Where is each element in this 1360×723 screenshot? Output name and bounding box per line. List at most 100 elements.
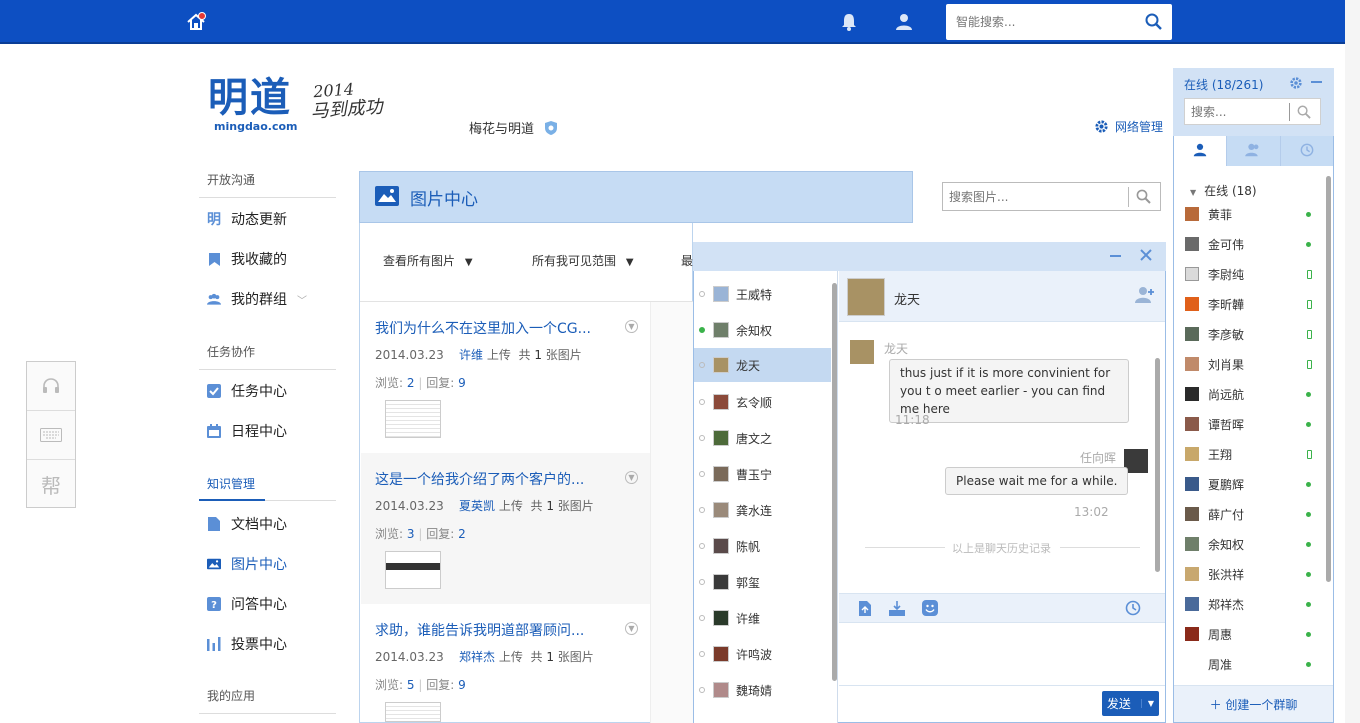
caret-down-icon[interactable]: ▼ [1140,699,1154,708]
roster-person[interactable]: 郑祥杰 [1185,589,1317,619]
home-icon[interactable] [184,10,208,34]
post-thumbnail[interactable] [385,551,441,589]
chevron-down-icon[interactable]: ▼ [625,471,638,484]
chat-contact[interactable]: 曹玉宁 [694,456,831,492]
help-button[interactable]: 帮 [27,460,75,509]
global-search-input[interactable] [946,4,1136,40]
picture-post[interactable]: 求助，谁能告诉我明道部署顾问... ▼ 2014.03.23 郑祥杰 上传 共 … [361,604,650,723]
network-manage-link[interactable]: 网络管理 [1094,118,1163,137]
create-group-chat-button[interactable]: ＋ 创建一个群聊 [1174,685,1333,722]
avatar [1185,597,1199,611]
nav-item-tasks[interactable]: 任务中心 [207,381,287,401]
search-icon[interactable] [1297,105,1311,119]
chat-contact[interactable]: 陈帆 [694,528,831,564]
post-thumbnail[interactable] [385,400,441,438]
roster-person[interactable]: 刘肖果 [1185,349,1317,379]
roster-person[interactable]: 王翔 [1185,439,1317,469]
post-author-link[interactable]: 许维 [459,348,483,362]
picture-post[interactable]: 这是一个给我介绍了两个客户的... ▼ 2014.03.23 夏英凯 上传 共 … [361,453,650,604]
roster-person[interactable]: 周准 [1185,649,1317,679]
roster-person[interactable]: 张洪祥 [1185,559,1317,589]
file-upload-icon[interactable] [859,601,871,619]
roster-person[interactable]: 金可伟 [1185,229,1317,259]
nav-item-groups[interactable]: 我的群组 ﹀ [207,289,307,309]
headset-icon[interactable] [27,362,75,411]
roster-person[interactable]: 李昕韡 [1185,289,1317,319]
minimize-icon[interactable] [1311,81,1322,83]
add-user-icon[interactable] [1135,286,1155,307]
search-icon[interactable] [1136,189,1151,204]
nav-item-label: 任务中心 [231,384,287,400]
keyboard-icon[interactable] [27,411,75,460]
chat-window-titlebar[interactable] [693,242,1166,271]
post-title-link[interactable]: 我们为什么不在这里加入一个CG... [375,318,600,338]
user-profile-icon[interactable] [893,11,915,33]
online-dot [1306,481,1311,487]
chat-contact-selected[interactable]: 龙天 [694,348,831,382]
chat-contact[interactable]: 魏琦婧 [694,672,831,708]
gear-icon[interactable] [1289,76,1303,93]
nav-item-qa[interactable]: ? 问答中心 [207,594,287,614]
close-icon[interactable] [1140,249,1152,264]
bell-icon[interactable] [838,11,860,33]
image-upload-icon[interactable] [889,601,905,619]
roster-person[interactable]: 夏鹏辉 [1185,469,1317,499]
contact-list-scrollbar[interactable] [832,283,837,681]
roster-person[interactable]: 余知权 [1185,529,1317,559]
roster-search-input[interactable] [1185,104,1289,119]
nav-item-documents[interactable]: 文档中心 [207,514,287,534]
emoji-icon[interactable] [922,600,938,619]
send-button[interactable]: 发送 ▼ [1102,691,1159,716]
chat-contact[interactable]: 玄令顺 [694,384,831,420]
chat-contact[interactable]: 唐文之 [694,420,831,456]
post-title-link[interactable]: 这是一个给我介绍了两个客户的... [375,469,600,489]
page-scrollbar[interactable] [1345,0,1360,723]
picture-post[interactable]: 我们为什么不在这里加入一个CG... ▼ 2014.03.23 许维 上传 共 … [361,302,650,453]
minimize-icon[interactable] [1110,249,1122,263]
chat-contact[interactable]: 王威特 [694,276,831,312]
nav-item-feed[interactable]: 明动态更新 [207,209,287,229]
avatar[interactable] [847,278,885,316]
chevron-down-icon[interactable]: ▼ [625,622,638,635]
tab-contacts[interactable] [1174,136,1228,166]
message-scrollbar[interactable] [1155,358,1160,572]
picture-search-input[interactable] [943,189,1128,204]
message-input[interactable] [840,624,1165,685]
chat-contact[interactable]: 郭玺 [694,564,831,600]
roster-person[interactable]: 黄菲 [1185,199,1317,229]
roster-person[interactable]: 李彦敏 [1185,319,1317,349]
post-title-link[interactable]: 求助，谁能告诉我明道部署顾问... [375,620,600,640]
company-name[interactable]: 梅花与明道 [469,118,558,140]
roster-person[interactable]: 尚远航 [1185,379,1317,409]
nav-item-calendar[interactable]: 日程中心 [207,421,287,441]
roster-person[interactable]: 薛广付 [1185,499,1317,529]
chevron-down-icon[interactable]: ▼ [625,320,638,333]
chevron-down-icon[interactable]: ﹀ [297,292,307,307]
chat-contact[interactable]: 许维 [694,600,831,636]
post-author-link[interactable]: 郑祥杰 [459,650,495,664]
roster-group-header[interactable]: ▼ 在线 (18) [1190,182,1257,199]
replies-count: 9 [458,376,466,390]
roster-person[interactable]: 周惠 [1185,619,1317,649]
roster-person[interactable]: 李尉纯 [1185,259,1317,289]
post-thumbnail[interactable] [385,702,441,722]
history-clock-icon[interactable] [1125,600,1141,619]
mingdao-logo[interactable]: 明道 mingdao.com [208,76,298,133]
chat-contact[interactable]: 龚水连 [694,492,831,528]
avatar [1185,207,1199,221]
filter-all-pictures[interactable]: 查看所有图片 ▼ [383,252,473,269]
filter-sort[interactable]: 最 [681,252,693,269]
nav-section-knowledge: 知识管理 [207,477,256,491]
tab-groups[interactable] [1227,136,1281,166]
nav-item-favorites[interactable]: 我收藏的 [207,249,287,269]
tab-recent[interactable] [1281,136,1333,166]
filter-visibility-scope[interactable]: 所有我可见范围 ▼ [532,252,634,269]
chat-contact[interactable]: 余知权 [694,312,831,348]
chat-contact[interactable]: 许鸣波 [694,636,831,672]
roster-scrollbar[interactable] [1326,176,1331,582]
nav-item-pictures[interactable]: 图片中心 [207,554,287,574]
nav-item-votes[interactable]: 投票中心 [207,634,287,654]
search-icon[interactable] [1145,13,1162,33]
roster-person[interactable]: 谭哲晖 [1185,409,1317,439]
post-author-link[interactable]: 夏英凯 [459,499,495,513]
